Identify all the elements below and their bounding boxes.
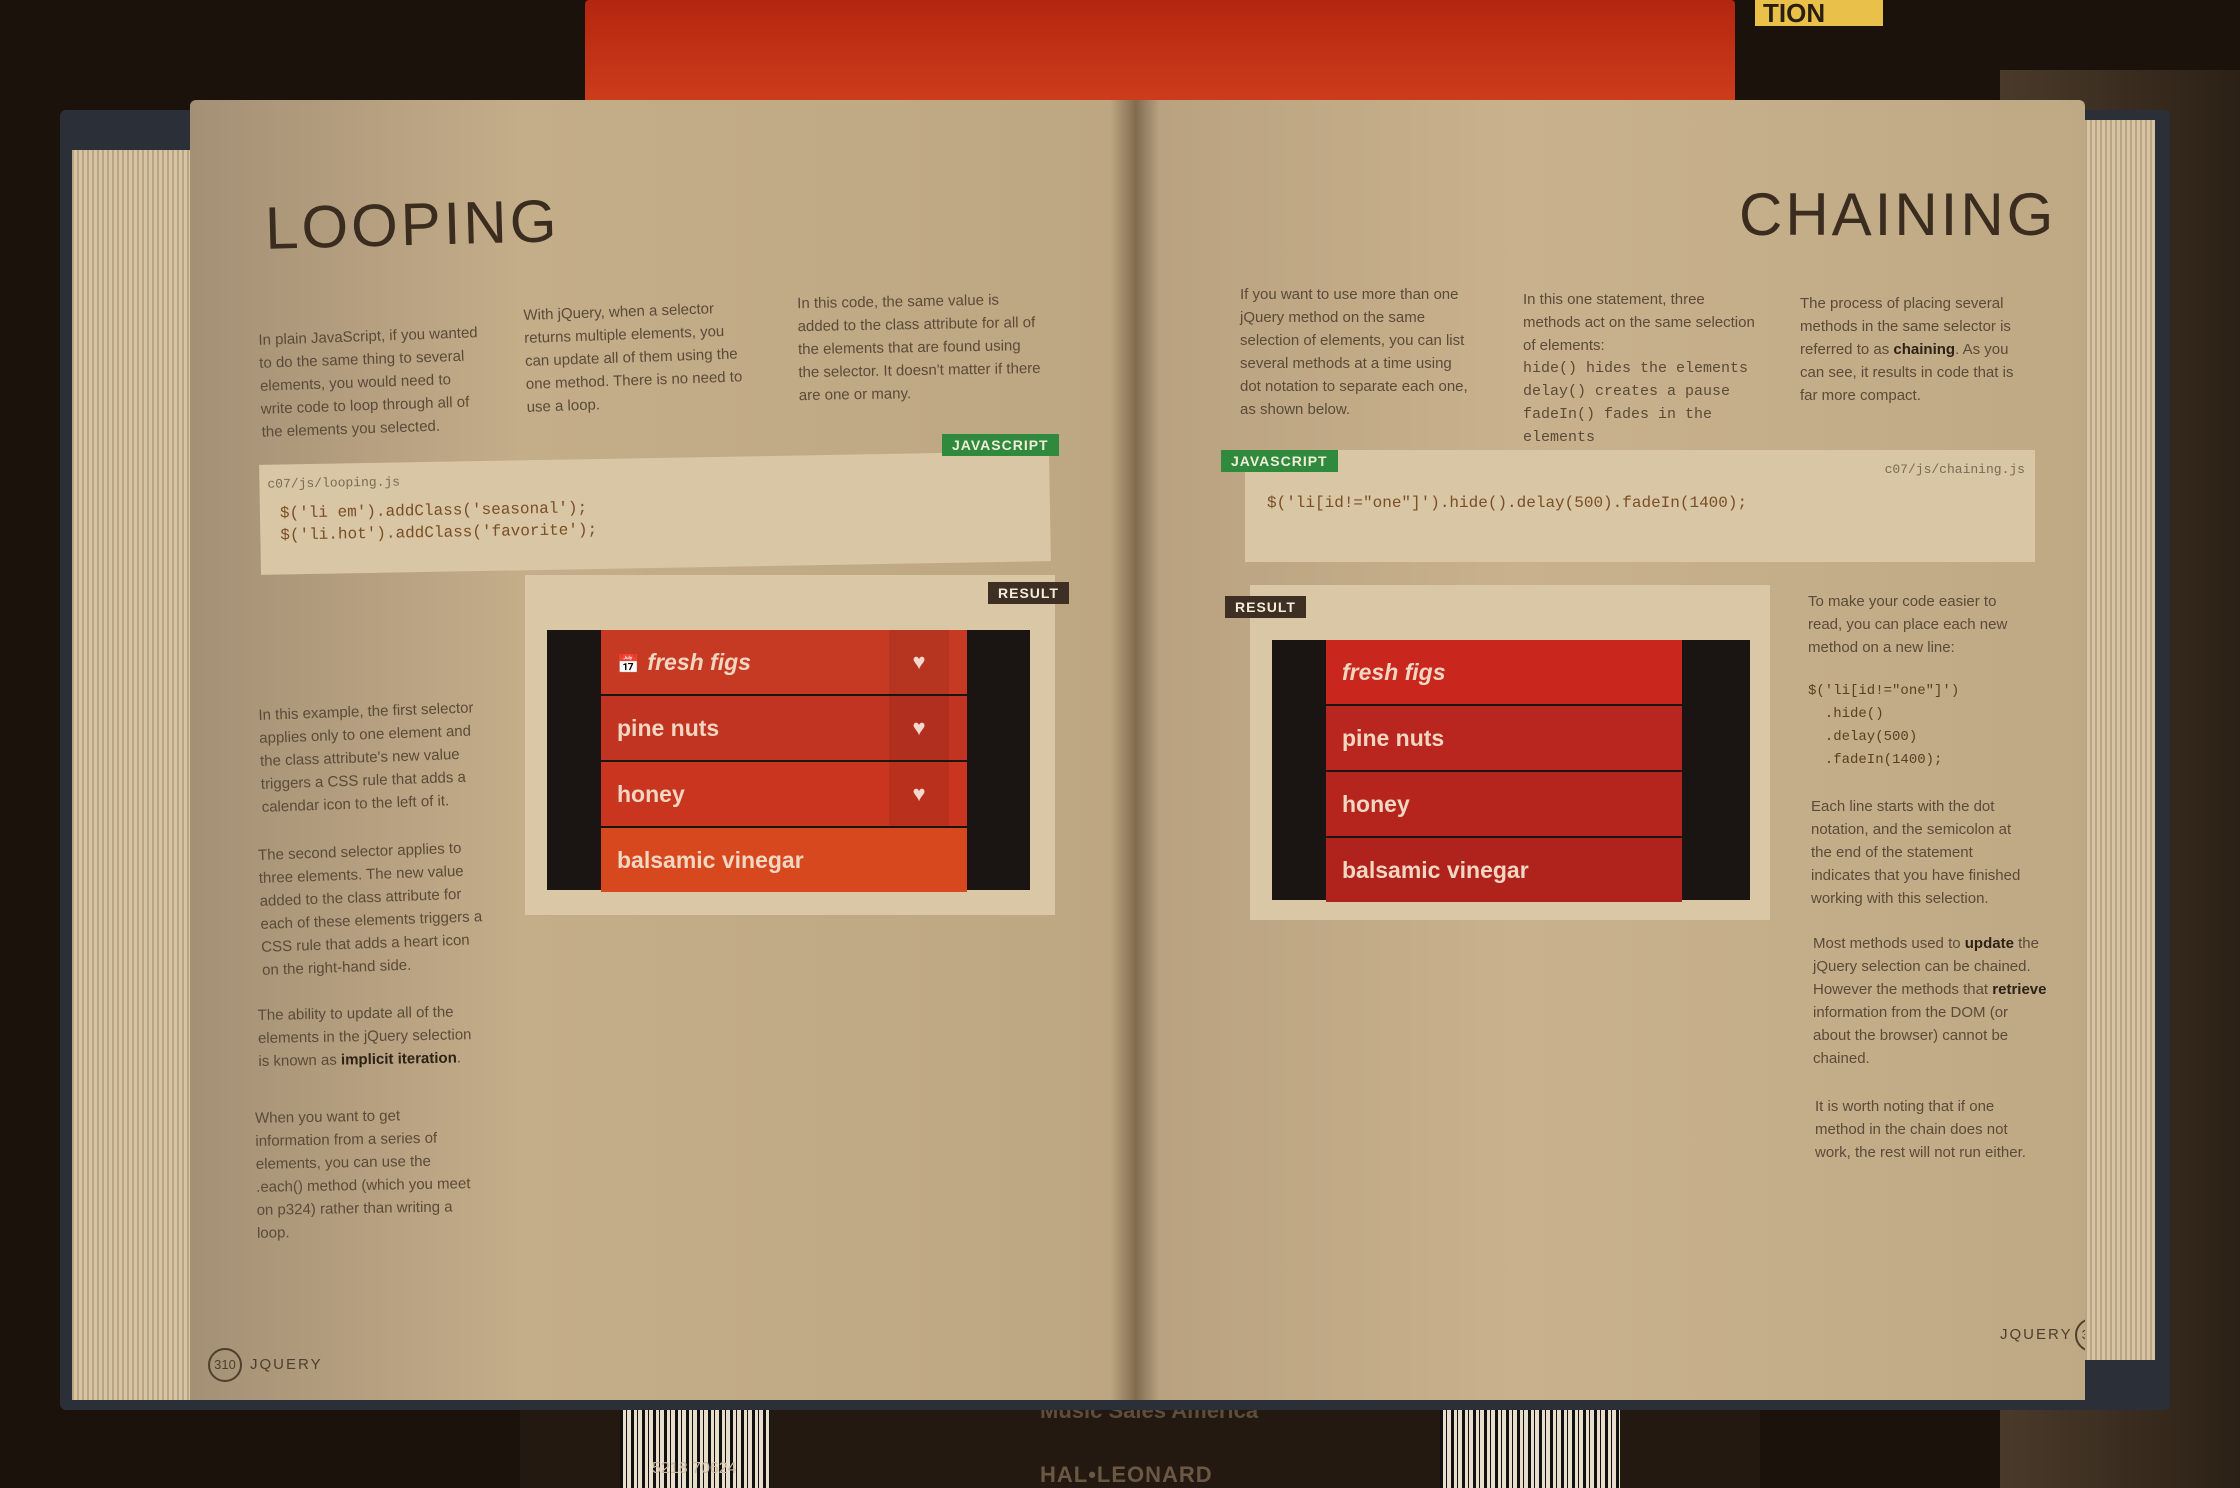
calendar-icon: 📅: [617, 653, 640, 674]
list-item: honey ♥: [601, 762, 967, 826]
code-file-path: c07/js/looping.js: [267, 474, 401, 492]
heart-icon: ♥: [889, 696, 949, 760]
list-item: 📅 fresh figs ♥: [601, 630, 967, 694]
running-head: JQUERY: [2000, 1326, 2073, 1343]
intro-paragraph: In this one statement, three methods act…: [1523, 291, 1755, 446]
list-item: balsamic vinegar: [1326, 838, 1682, 902]
code-line: $('li[id!="one"]').hide().delay(500).fad…: [1267, 494, 1748, 512]
body-paragraph: When you want to get information from a …: [254, 1107, 471, 1242]
result-list: fresh figs pine nuts honey balsamic vine…: [1272, 640, 1750, 902]
side-paragraph: It is worth noting that if one method in…: [1815, 1098, 2026, 1161]
intro-paragraph: With jQuery, when a selector returns mul…: [523, 300, 743, 416]
code-block: c07/js/looping.js $('li em').addClass('s…: [259, 451, 1051, 575]
list-item: pine nuts ♥: [601, 696, 967, 760]
javascript-tag: JAVASCRIPT: [942, 434, 1059, 456]
list-item: pine nuts: [1326, 706, 1682, 770]
body-paragraph: The ability to update all of the element…: [257, 1003, 472, 1070]
heart-icon: ♥: [889, 630, 949, 694]
page-title: CHAINING: [1739, 181, 2057, 248]
background-book-label: TION: [1755, 0, 1883, 26]
code-file-path: c07/js/chaining.js: [1884, 462, 2025, 477]
right-page: CHAINING If you want to use more than on…: [1135, 100, 2085, 1400]
side-paragraph: To make your code easier to read, you ca…: [1808, 593, 2008, 656]
intro-paragraph: In plain JavaScript, if you wanted to do…: [258, 324, 478, 441]
code-block: c07/js/chaining.js $('li[id!="one"]').hi…: [1245, 450, 2035, 562]
side-code: $('li[id!="one"]') .hide() .delay(500) .…: [1808, 683, 1960, 768]
result-tag: RESULT: [988, 582, 1069, 604]
list-item: balsamic vinegar: [601, 828, 967, 892]
list-item: honey: [1326, 772, 1682, 836]
running-head: JQUERY: [250, 1356, 323, 1373]
body-paragraph: In this example, the first selector appl…: [258, 699, 474, 816]
barcode-number: 5218 70624: [652, 1460, 737, 1477]
result-list: 📅 fresh figs ♥ pine nuts ♥ honey ♥ balsam…: [547, 630, 1030, 892]
list-item: fresh figs: [1326, 640, 1682, 704]
code-line: $('li.hot').addClass('favorite');: [280, 521, 598, 545]
side-paragraph: Most methods used to update the jQuery s…: [1813, 935, 2047, 1067]
intro-paragraph: In this code, the same value is added to…: [797, 291, 1041, 405]
body-paragraph: The second selector applies to three ele…: [257, 839, 483, 979]
page-edges-left: [72, 150, 192, 1400]
intro-paragraph: If you want to use more than one jQuery …: [1240, 286, 1468, 418]
book-gutter: [1110, 100, 1160, 1400]
result-box: 📅 fresh figs ♥ pine nuts ♥ honey ♥ balsam…: [525, 575, 1055, 915]
page-title: LOOPING: [264, 187, 561, 262]
result-box: fresh figs pine nuts honey balsamic vine…: [1250, 585, 1770, 920]
result-tag: RESULT: [1225, 596, 1306, 618]
javascript-tag: JAVASCRIPT: [1221, 450, 1338, 472]
heart-icon: ♥: [889, 762, 949, 826]
barcode: [1440, 1398, 1620, 1488]
page-number: 311: [2075, 1318, 2085, 1352]
page-edges-right: [2085, 120, 2155, 1360]
publisher-logo: HAL•LEONARD: [1040, 1462, 1213, 1487]
intro-paragraph: The process of placing several methods i…: [1800, 295, 2014, 404]
page-number: 310: [208, 1348, 242, 1382]
side-paragraph: Each line starts with the dot notation, …: [1811, 798, 2021, 907]
left-page: LOOPING In plain JavaScript, if you want…: [190, 100, 1140, 1400]
